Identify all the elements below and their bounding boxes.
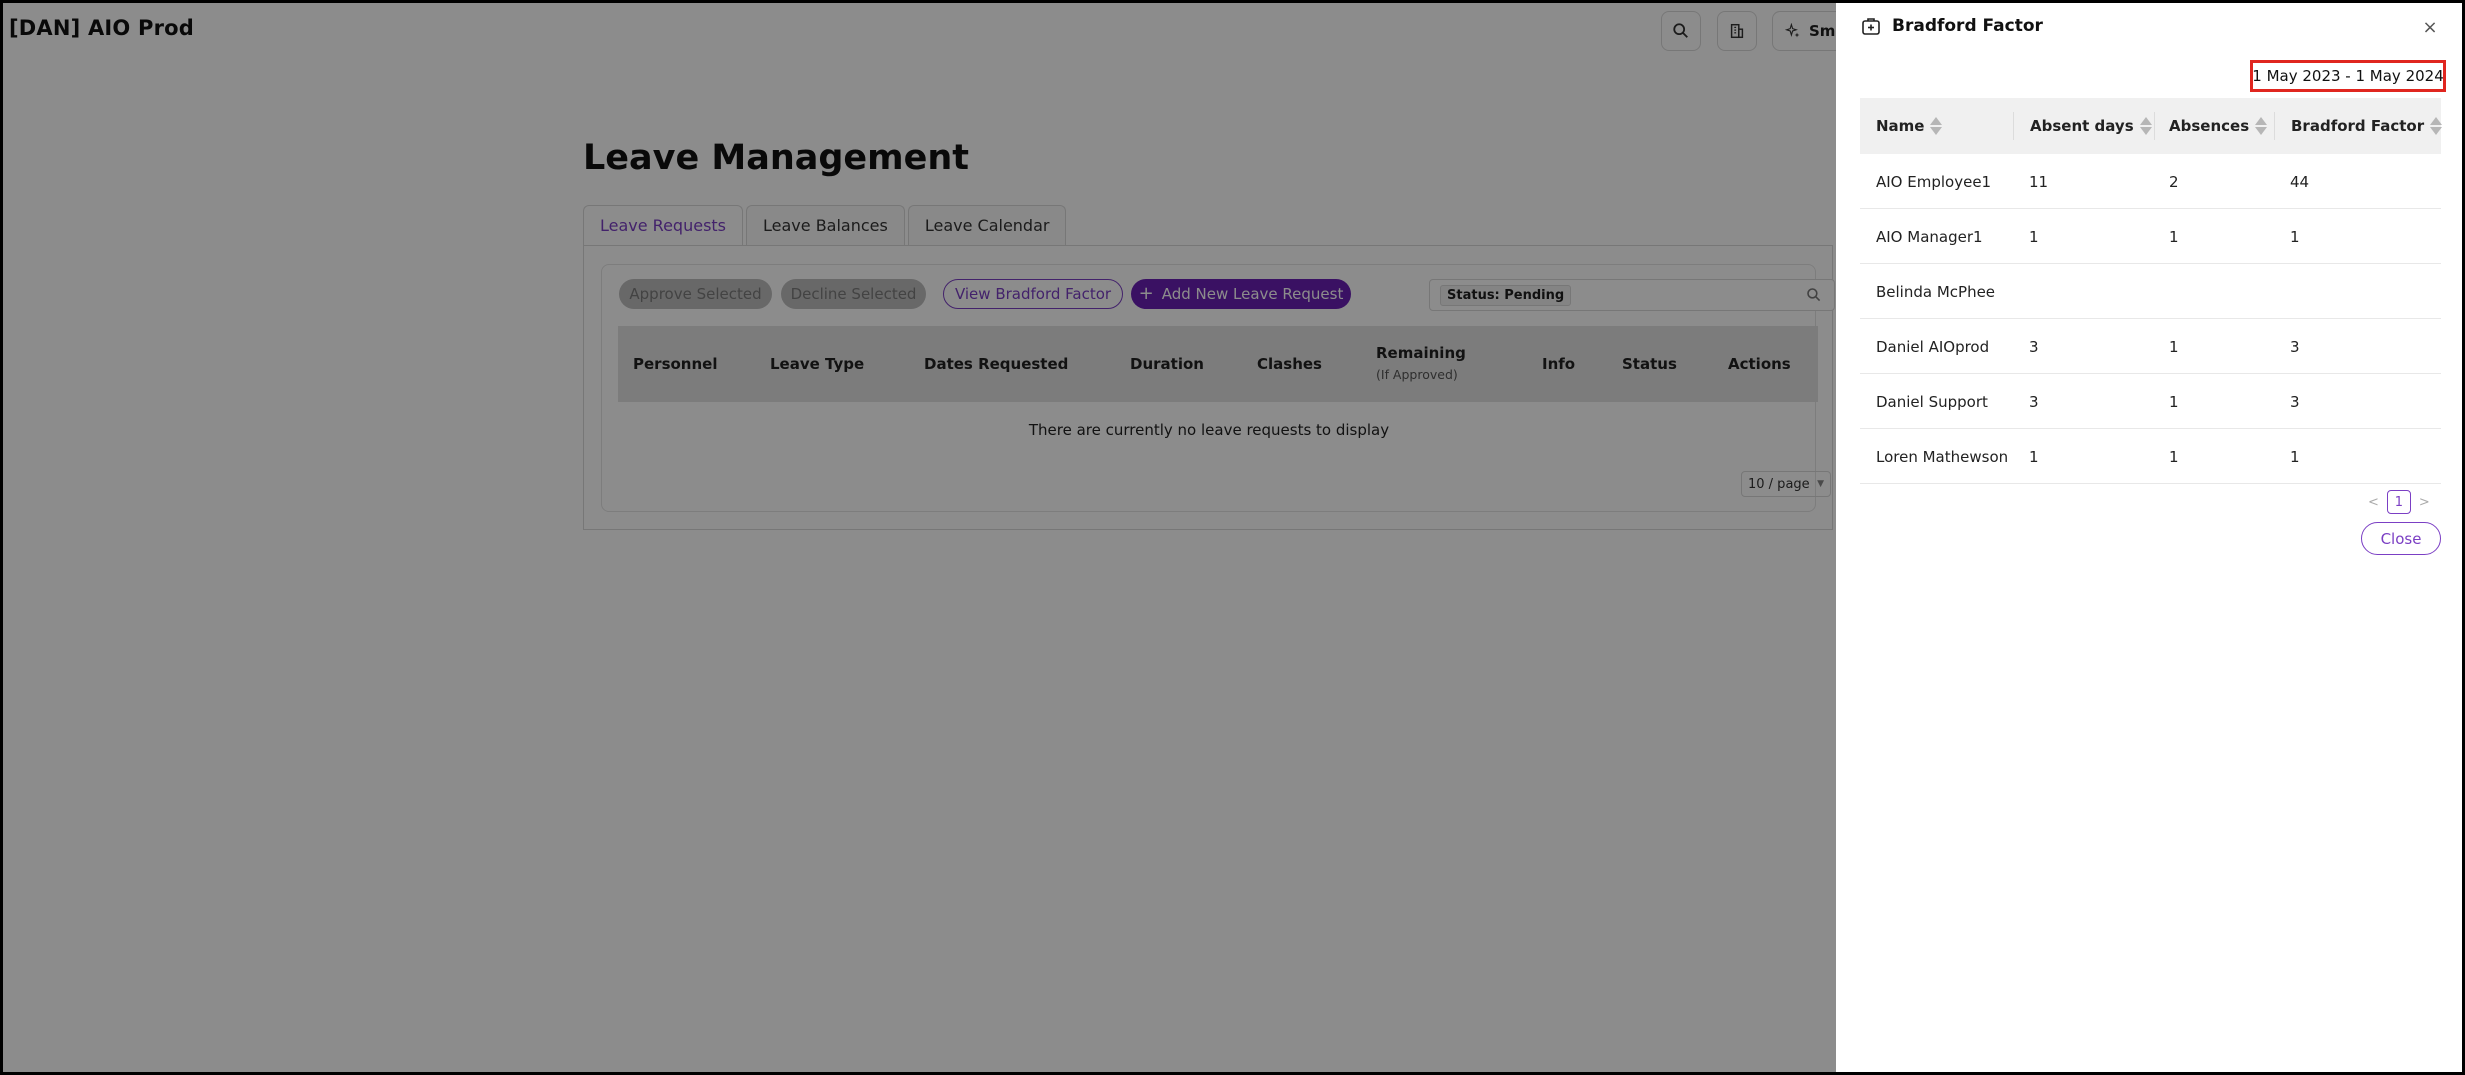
cell-bradford-factor: 3 bbox=[2290, 392, 2300, 411]
sort-icon[interactable] bbox=[1930, 117, 1943, 135]
cell-name: AIO Manager1 bbox=[1876, 227, 1983, 246]
drawer-title: Bradford Factor bbox=[1860, 15, 2043, 37]
cell-bradford-factor: 1 bbox=[2290, 447, 2300, 466]
column-absent-days[interactable]: Absent days bbox=[2030, 98, 2152, 154]
table-row: Belinda McPhee bbox=[1860, 264, 2441, 319]
close-icon[interactable]: × bbox=[2419, 16, 2441, 38]
column-absent-days-label: Absent days bbox=[2030, 117, 2134, 135]
bradford-table-header: Name Absent days Absences Bradford Facto… bbox=[1860, 98, 2443, 154]
medical-kit-icon bbox=[1862, 18, 1880, 35]
bradford-factor-drawer: Bradford Factor × 1 May 2023 - 1 May 202… bbox=[1836, 0, 2465, 1075]
column-bradford-factor-label: Bradford Factor bbox=[2291, 117, 2425, 135]
page-1-button[interactable]: 1 bbox=[2386, 490, 2411, 514]
cell-absences: 1 bbox=[2169, 337, 2179, 356]
cell-absences: 1 bbox=[2169, 447, 2179, 466]
cell-absent-days: 1 bbox=[2029, 227, 2039, 246]
drawer-title-text: Bradford Factor bbox=[1892, 16, 2043, 36]
next-page-button[interactable]: > bbox=[2419, 495, 2430, 510]
cell-name: Belinda McPhee bbox=[1876, 282, 1996, 301]
cell-name: Loren Mathewson bbox=[1876, 447, 2009, 466]
table-row: Daniel Support 3 1 3 bbox=[1860, 374, 2441, 429]
cell-absent-days: 11 bbox=[2029, 172, 2049, 191]
bradford-factor-table: Name Absent days Absences Bradford Facto… bbox=[1860, 98, 2443, 484]
date-range: 1 May 2023 - 1 May 2024 bbox=[2250, 60, 2446, 92]
table-row: Loren Mathewson 1 1 1 bbox=[1860, 429, 2441, 484]
cell-bradford-factor: 1 bbox=[2290, 227, 2300, 246]
column-absences[interactable]: Absences bbox=[2169, 98, 2268, 154]
cell-name: AIO Employee1 bbox=[1876, 172, 1992, 191]
cell-absences: 1 bbox=[2169, 227, 2179, 246]
cell-absent-days: 3 bbox=[2029, 337, 2039, 356]
cell-bradford-factor: 44 bbox=[2290, 172, 2310, 191]
cell-name: Daniel Support bbox=[1876, 392, 1988, 411]
column-absences-label: Absences bbox=[2169, 117, 2250, 135]
cell-name: Daniel AIOprod bbox=[1876, 337, 1990, 356]
sort-icon[interactable] bbox=[2430, 117, 2443, 135]
table-row: Daniel AIOprod 3 1 3 bbox=[1860, 319, 2441, 374]
column-name-label: Name bbox=[1876, 117, 1925, 135]
sort-icon[interactable] bbox=[2255, 117, 2268, 135]
cell-absences: 1 bbox=[2169, 392, 2179, 411]
column-divider bbox=[2154, 112, 2155, 140]
cell-absent-days: 1 bbox=[2029, 447, 2039, 466]
pagination: < 1 > bbox=[2368, 490, 2430, 514]
column-name[interactable]: Name bbox=[1876, 98, 1943, 154]
table-row: AIO Employee1 11 2 44 bbox=[1860, 154, 2441, 209]
column-divider bbox=[2013, 112, 2014, 140]
sort-icon[interactable] bbox=[2139, 117, 2152, 135]
column-bradford-factor[interactable]: Bradford Factor bbox=[2291, 98, 2443, 154]
prev-page-button[interactable]: < bbox=[2368, 495, 2379, 510]
cell-absences: 2 bbox=[2169, 172, 2179, 191]
column-divider bbox=[2274, 112, 2275, 140]
cell-bradford-factor: 3 bbox=[2290, 337, 2300, 356]
table-row: AIO Manager1 1 1 1 bbox=[1860, 209, 2441, 264]
close-button[interactable]: Close bbox=[2361, 522, 2441, 555]
cell-absent-days: 3 bbox=[2029, 392, 2039, 411]
